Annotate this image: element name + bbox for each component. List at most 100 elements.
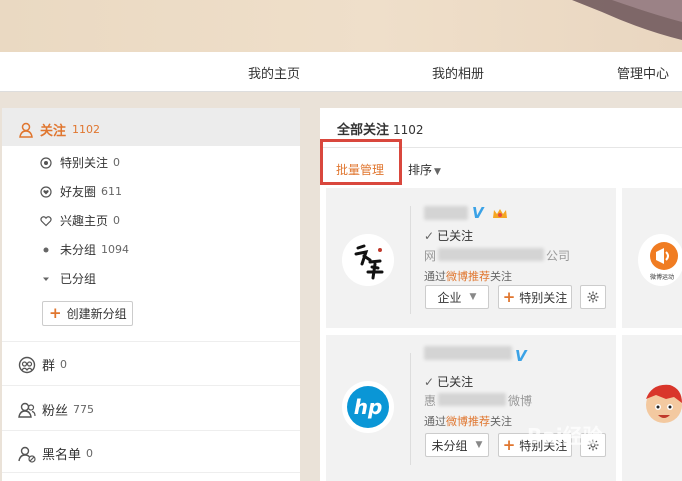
card-info: 惠 (424, 392, 436, 409)
special-follow-button[interactable]: + 特别关注 (498, 433, 572, 457)
interest-heart-icon (40, 215, 52, 227)
all-follow-title: 全部关注 (337, 123, 390, 138)
caret-down-icon: ▼ (475, 440, 483, 450)
blacklist-count: 0 (86, 447, 94, 460)
fans-icon (18, 401, 36, 419)
caret-down-icon (40, 273, 52, 285)
sidebar-divider (2, 341, 300, 342)
sidebar-item-special-follow[interactable]: 特别关注 0 (40, 154, 120, 171)
card-settings-button[interactable] (580, 433, 606, 457)
create-group-label: 创建新分组 (66, 307, 127, 321)
via-source-link[interactable]: 微博推荐 (446, 415, 490, 428)
nav-my-homepage[interactable]: 我的主页 (248, 63, 300, 82)
card-divider (410, 206, 411, 314)
sidebar-follow-count: 1102 (72, 123, 101, 136)
blurred-username[interactable] (424, 346, 512, 360)
sort-label: 排序 (408, 163, 433, 177)
gear-icon (587, 291, 599, 303)
special-follow-label: 特别关注 (60, 156, 109, 170)
follow-list-panel: 全部关注 1102 批量管理 排序 ▼ V ✓ 已关注 网 公司 通过微博推荐关注 企… (320, 108, 682, 481)
special-follow-icon (40, 156, 52, 169)
blacklist-label: 黑名单 (42, 448, 82, 463)
calligraphy-logo-icon (342, 234, 394, 286)
blacklist-icon (18, 445, 36, 463)
verified-v-icon: V (472, 204, 484, 222)
avatar[interactable]: hp (342, 381, 394, 433)
plus-icon: + (502, 435, 516, 454)
group-select-dropdown[interactable]: 企业 ▼ (425, 285, 489, 309)
gear-icon (587, 439, 599, 451)
highlight-box (320, 139, 402, 185)
via-source-link[interactable]: 微博推荐 (446, 270, 490, 283)
profile-nav-bar: 我的主页 我的相册 管理中心 (0, 52, 682, 92)
blurred-info (438, 393, 506, 406)
ungrouped-count: 1094 (101, 243, 130, 256)
grouped-label: 已分组 (60, 272, 97, 286)
special-follow-button-label: 特别关注 (519, 290, 568, 305)
card-settings-button[interactable] (580, 285, 606, 309)
verified-v-icon: V (515, 347, 527, 365)
sidebar-item-grouped[interactable]: 已分组 (40, 270, 96, 287)
bullet-dot-icon (40, 244, 52, 256)
cartoon-avatar-icon (646, 384, 682, 423)
follow-card: hp V ✓ 已关注 惠 微博 通过微博推荐关注 未分组 ▼ + 特别关注 (326, 335, 616, 481)
card-info: 网 (424, 247, 436, 264)
fans-count: 775 (73, 403, 95, 416)
caret-down-icon: ▼ (434, 167, 441, 177)
group-select-dropdown[interactable]: 未分组 ▼ (425, 433, 489, 457)
groups-label: 群 (42, 359, 56, 374)
sidebar-item-fans[interactable]: 粉丝 775 (18, 400, 94, 419)
sidebar-item-interest-pages[interactable]: 兴趣主页 0 (40, 212, 120, 229)
special-follow-count: 0 (113, 156, 121, 169)
profile-banner (0, 0, 682, 52)
avatar[interactable] (638, 377, 682, 433)
nav-management-center[interactable]: 管理中心 (617, 63, 669, 82)
sidebar-item-follow[interactable]: 关注 1102 (18, 120, 100, 139)
special-follow-button[interactable]: + 特别关注 (498, 285, 572, 309)
sidebar-item-friends-circle[interactable]: 好友圈 611 (40, 183, 122, 200)
fans-label: 粉丝 (42, 404, 69, 419)
friends-circle-count: 611 (101, 185, 123, 198)
special-follow-button-label: 特别关注 (519, 438, 568, 453)
sidebar-item-groups[interactable]: 群 0 (18, 355, 67, 374)
sidebar-divider (2, 385, 300, 386)
card-info-suffix: 公司 (546, 249, 571, 263)
followed-status: ✓ 已关注 (424, 227, 473, 244)
sort-dropdown[interactable]: 排序 ▼ (408, 161, 441, 178)
via-suffix: 关注 (490, 415, 512, 428)
ungrouped-label: 未分组 (60, 243, 97, 257)
all-follow-count: 1102 (393, 123, 424, 137)
card-info-prefix: 惠 (424, 394, 437, 408)
via-prefix: 通过 (424, 415, 446, 428)
avatar[interactable] (342, 234, 394, 286)
group-chat-icon (18, 356, 36, 374)
checkmark-icon: ✓ (424, 229, 435, 243)
followed-status-label: 已关注 (437, 229, 474, 243)
follow-source: 通过微博推荐关注 (424, 268, 512, 284)
interest-pages-label: 兴趣主页 (60, 214, 109, 228)
avatar[interactable]: 微博运动 (638, 234, 682, 286)
interest-pages-count: 0 (113, 214, 121, 227)
group-select-label: 未分组 (431, 438, 468, 453)
blurred-info (438, 248, 544, 261)
sidebar-item-ungrouped[interactable]: 未分组 1094 (40, 241, 129, 258)
via-suffix: 关注 (490, 270, 512, 283)
sidebar-divider (2, 430, 300, 431)
peek-card-caption: 微博运动 (650, 274, 675, 281)
blurred-username[interactable] (424, 206, 468, 220)
sidebar: 关注 1102 特别关注 0 好友圈 611 兴趣主页 0 未分组 1094 已… (2, 108, 300, 481)
plus-icon: + (502, 287, 516, 306)
group-select-label: 企业 (437, 290, 462, 305)
user-follow-icon (18, 121, 36, 139)
sidebar-follow-label: 关注 (40, 124, 67, 139)
member-badge-icon (492, 207, 507, 219)
nav-my-album[interactable]: 我的相册 (432, 63, 484, 82)
follow-source: 通过微博推荐关注 (424, 413, 512, 429)
create-new-group-button[interactable]: + 创建新分组 (42, 301, 133, 326)
follow-card-peek (622, 335, 682, 481)
card-divider (410, 353, 411, 465)
via-prefix: 通过 (424, 270, 446, 283)
svg-text:hp: hp (354, 395, 383, 419)
sidebar-item-blacklist[interactable]: 黑名单 0 (18, 444, 93, 463)
followed-status: ✓ 已关注 (424, 373, 473, 390)
